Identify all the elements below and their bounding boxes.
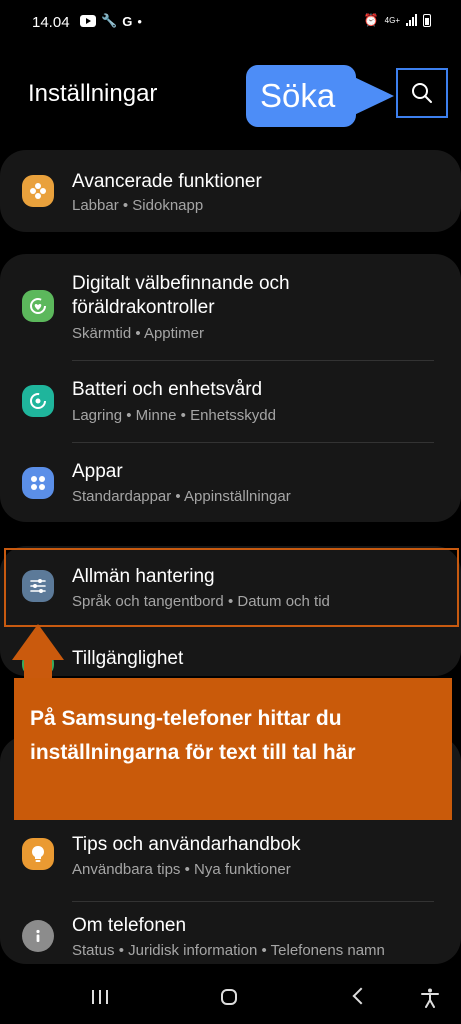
item-subtitle: Skärmtid • Apptimer bbox=[72, 325, 204, 342]
item-title: Om telefonen bbox=[72, 915, 187, 936]
item-title: Appar bbox=[72, 461, 123, 482]
network-type-label: 4G+ bbox=[384, 15, 400, 25]
search-callout-arrow bbox=[352, 76, 394, 116]
info-icon bbox=[22, 920, 54, 952]
accessibility-shortcut-icon[interactable] bbox=[421, 988, 439, 1008]
item-title-line2: föräldrakontroller bbox=[72, 297, 215, 318]
item-subtitle: Labbar • Sidoknapp bbox=[72, 197, 204, 214]
apps-icon bbox=[22, 467, 54, 499]
battery-care-icon bbox=[22, 385, 54, 417]
back-button[interactable] bbox=[352, 987, 370, 1005]
status-time: 14.04 bbox=[32, 14, 70, 31]
item-subtitle: Lagring • Minne • Enhetsskydd bbox=[72, 407, 276, 424]
settings-item-battery[interactable]: Batteri och enhetsvård Lagring • Minne •… bbox=[0, 361, 461, 441]
signal-icon bbox=[406, 14, 417, 26]
battery-icon bbox=[423, 13, 431, 27]
search-icon bbox=[412, 83, 432, 103]
item-subtitle: Status • Juridisk information • Telefone… bbox=[72, 942, 385, 959]
search-callout-label: Söka bbox=[260, 77, 336, 114]
status-bar: 14.04 🔧 G • ⏰ 4G+ bbox=[0, 0, 461, 46]
settings-group-advanced: Avancerade funktioner Labbar • Sidoknapp bbox=[0, 150, 461, 232]
search-button[interactable] bbox=[396, 68, 448, 118]
wellbeing-icon bbox=[22, 290, 54, 322]
notification-icons: 🔧 G • bbox=[80, 13, 142, 29]
google-icon: G bbox=[122, 13, 133, 29]
samsung-note-text: På Samsung-telefoner hittar du inställni… bbox=[30, 707, 356, 764]
settings-item-accessibility[interactable]: Tillgänglighet bbox=[0, 628, 461, 676]
samsung-note-callout: På Samsung-telefoner hittar du inställni… bbox=[14, 678, 452, 820]
item-title: Avancerade funktioner bbox=[72, 171, 262, 192]
recents-button[interactable] bbox=[92, 990, 108, 1004]
youtube-icon bbox=[80, 15, 96, 27]
more-notifications-dot-icon: • bbox=[137, 13, 142, 29]
wrench-icon: 🔧 bbox=[101, 13, 118, 28]
item-title: Tips och användarhandbok bbox=[72, 834, 301, 855]
item-title-line1: Digitalt välbefinnande och bbox=[72, 273, 290, 294]
system-icons: ⏰ 4G+ bbox=[364, 13, 431, 27]
note-arrow-head bbox=[12, 624, 64, 660]
alarm-icon: ⏰ bbox=[363, 13, 379, 27]
settings-item-advanced-features[interactable]: Avancerade funktioner Labbar • Sidoknapp bbox=[0, 150, 461, 232]
lightbulb-icon bbox=[22, 838, 54, 870]
settings-item-about-phone[interactable]: Om telefonen Status • Juridisk informati… bbox=[0, 902, 461, 964]
item-subtitle: Användbara tips • Nya funktioner bbox=[72, 861, 291, 878]
settings-item-apps[interactable]: Appar Standardappar • Appinställningar bbox=[0, 443, 461, 522]
item-title: Batteri och enhetsvård bbox=[72, 379, 263, 400]
item-subtitle: Standardappar • Appinställningar bbox=[72, 488, 291, 505]
settings-group-device: Digitalt välbefinnande och föräldrakontr… bbox=[0, 254, 461, 522]
navigation-bar bbox=[0, 970, 461, 1024]
general-management-highlight bbox=[4, 548, 459, 627]
page-title: Inställningar bbox=[28, 80, 158, 107]
note-arrow-stem bbox=[24, 659, 52, 679]
advanced-features-icon bbox=[22, 175, 54, 207]
item-title: Tillgänglighet bbox=[72, 648, 184, 669]
home-button[interactable] bbox=[221, 989, 237, 1005]
settings-item-digital-wellbeing[interactable]: Digitalt välbefinnande och föräldrakontr… bbox=[0, 254, 461, 358]
settings-item-tips[interactable]: Tips och användarhandbok Användbara tips… bbox=[0, 820, 461, 900]
